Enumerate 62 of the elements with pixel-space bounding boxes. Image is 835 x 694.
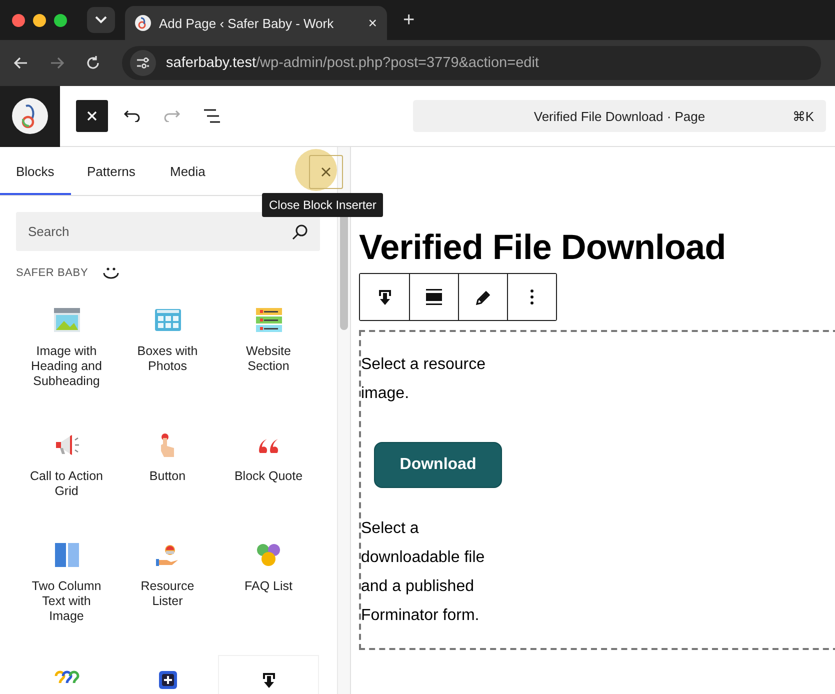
search-field[interactable]: Search bbox=[16, 212, 320, 251]
columns-icon bbox=[54, 543, 78, 567]
redo-icon bbox=[163, 110, 181, 122]
smiley-icon bbox=[102, 267, 120, 279]
block-item[interactable]: Call to Action Grid bbox=[16, 420, 117, 530]
chevron-down-icon bbox=[95, 16, 107, 24]
block-item[interactable]: FAQ List bbox=[218, 530, 319, 625]
address-bar[interactable]: saferbaby.test/wp-admin/post.php?post=3779&action=edit bbox=[122, 46, 821, 80]
undo-icon bbox=[123, 110, 141, 122]
close-window-button[interactable] bbox=[12, 14, 25, 26]
faq-icon bbox=[256, 543, 280, 567]
tooltip: Close Block Inserter bbox=[262, 193, 384, 217]
close-inserter-button[interactable] bbox=[76, 100, 108, 132]
tab-list-button[interactable] bbox=[87, 7, 115, 33]
block-item[interactable]: Boxes with Photos bbox=[117, 295, 218, 405]
browser-tab[interactable]: Add Page ‹ Safer Baby - Work × bbox=[125, 6, 387, 40]
page-title[interactable]: Verified File Download bbox=[359, 227, 835, 269]
plus-box-icon bbox=[158, 671, 176, 689]
download-icon bbox=[378, 288, 392, 306]
close-icon bbox=[86, 110, 98, 122]
close-button[interactable] bbox=[309, 155, 343, 189]
inserter-tab[interactable]: Media bbox=[154, 147, 234, 195]
hand-icon bbox=[154, 543, 180, 567]
block-item[interactable]: Website Section bbox=[218, 295, 319, 405]
reload-icon[interactable] bbox=[86, 56, 100, 70]
category-heading: SAFER BABY bbox=[16, 267, 88, 279]
download-icon bbox=[262, 672, 276, 688]
close-icon bbox=[321, 167, 331, 177]
search-icon bbox=[292, 224, 308, 240]
back-icon[interactable] bbox=[14, 57, 28, 69]
tab-title: Add Page ‹ Safer Baby - Work bbox=[159, 16, 335, 30]
download-button[interactable]: Download bbox=[374, 442, 502, 488]
align-wide-icon bbox=[426, 289, 442, 305]
block-text: Select a downloadable file and a published Forminator form. bbox=[361, 519, 486, 626]
list-icon bbox=[256, 308, 282, 332]
list-view-icon bbox=[203, 109, 221, 123]
site-logo[interactable] bbox=[12, 98, 48, 134]
url-text: saferbaby.test/wp-admin/post.php?post=3779&action=edit bbox=[166, 55, 539, 71]
block-item[interactable]: Button bbox=[117, 420, 218, 515]
command-bar[interactable]: Verified File Download · Page ⌘K bbox=[413, 100, 826, 132]
close-tab-button[interactable]: × bbox=[368, 14, 377, 32]
inserter-tab[interactable]: Blocks bbox=[0, 147, 71, 195]
inserter-tab[interactable]: Patterns bbox=[71, 147, 154, 195]
site-settings-icon[interactable] bbox=[136, 57, 150, 69]
pencil-icon bbox=[476, 290, 490, 304]
block-item[interactable]: Two Column Text with Image bbox=[16, 530, 117, 655]
maximize-window-button[interactable] bbox=[54, 14, 67, 26]
toolbar-button[interactable] bbox=[507, 274, 556, 320]
minimize-window-button[interactable] bbox=[33, 14, 46, 26]
quote-icon bbox=[258, 437, 280, 453]
block-text: Select a resource image. bbox=[361, 355, 487, 404]
block-item[interactable]: Block Quote bbox=[218, 420, 319, 515]
block-item[interactable]: Resource Lister bbox=[117, 530, 218, 640]
download-block[interactable]: Select a resource image. Download Select a downloadable file and a published Forminator form. bbox=[359, 330, 835, 650]
more-options-icon bbox=[530, 289, 534, 305]
click-highlight bbox=[295, 149, 337, 191]
megaphone-icon bbox=[54, 433, 80, 457]
photo-grid-icon bbox=[154, 309, 180, 331]
block-item[interactable]: Image with Heading and Subheading bbox=[16, 295, 117, 420]
new-tab-button[interactable]: + bbox=[403, 8, 415, 32]
image-icon bbox=[54, 308, 80, 332]
site-favicon bbox=[135, 15, 151, 31]
